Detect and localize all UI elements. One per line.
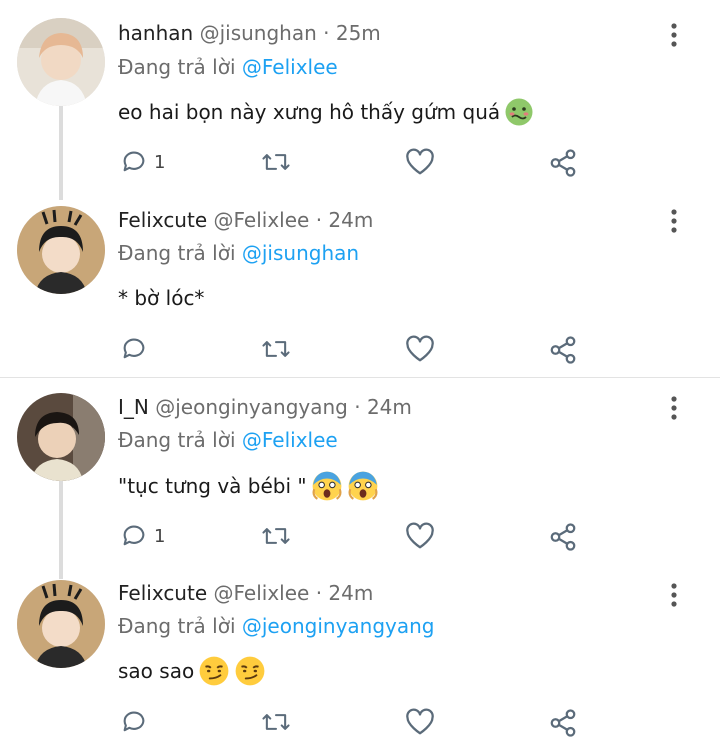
- separator-dot: ·: [315, 208, 323, 232]
- tweet-text-content: * bờ lóc*: [118, 286, 205, 310]
- tweet-text: * bờ lóc*: [118, 286, 204, 310]
- reply-count: 1: [154, 151, 166, 173]
- tweet-text-content: sao sao: [118, 659, 195, 683]
- share-icon: [550, 523, 576, 551]
- share-button[interactable]: [548, 335, 578, 365]
- separator-dot: ·: [315, 581, 323, 605]
- mention-link[interactable]: @jeonginyangyang: [242, 614, 435, 638]
- retweet-icon: [262, 154, 290, 170]
- reply-button[interactable]: [120, 708, 154, 736]
- replying-label: Đang trả lời: [118, 241, 236, 265]
- timestamp: 24m: [328, 208, 374, 232]
- retweet-button[interactable]: [260, 522, 292, 550]
- smirking-face-icon: [198, 655, 230, 687]
- reply-icon: [123, 711, 145, 732]
- separator-dot: ·: [323, 21, 330, 45]
- replying-to: Đang trả lời @Felixlee: [118, 55, 338, 79]
- screaming-face-icon: [347, 470, 379, 502]
- tweet-text-content: "tục tưng và bébi ": [118, 474, 307, 498]
- smirking-face-icon: [234, 655, 266, 687]
- replying-to: Đang trả lời @jeonginyangyang: [118, 614, 435, 638]
- tweet-header: Felixcute @Felixlee · 24m: [118, 581, 373, 605]
- heart-icon: [406, 148, 434, 175]
- share-icon: [550, 149, 576, 177]
- reply-icon: [123, 151, 145, 172]
- replying-label: Đang trả lời: [118, 428, 236, 452]
- display-name[interactable]: Felixcute: [118, 208, 207, 232]
- separator-dot: ·: [354, 395, 361, 419]
- thread-line: [59, 481, 63, 579]
- reply-icon: [123, 525, 145, 546]
- tweet-header: Felixcute @Felixlee · 24m: [118, 208, 373, 232]
- replying-to: Đang trả lời @jisunghan: [118, 241, 359, 265]
- retweet-button[interactable]: [260, 335, 292, 363]
- tweet-text: eo hai bọn này xưng hô thấy gứm quá: [118, 97, 534, 127]
- more-options-icon[interactable]: [668, 582, 680, 608]
- share-button[interactable]: [548, 708, 578, 738]
- tweet-text-content: eo hai bọn này xưng hô thấy gứm quá: [118, 100, 501, 124]
- share-button[interactable]: [548, 148, 578, 178]
- reply-count: 1: [154, 525, 166, 547]
- heart-icon: [406, 708, 434, 735]
- display-name[interactable]: hanhan: [118, 21, 193, 45]
- avatar[interactable]: [17, 580, 105, 668]
- share-button[interactable]: [548, 522, 578, 552]
- like-button[interactable]: [405, 148, 435, 176]
- thread-divider: [0, 377, 720, 378]
- avatar[interactable]: [17, 393, 105, 481]
- retweet-icon: [262, 714, 290, 730]
- timestamp: 24m: [328, 581, 374, 605]
- mention-link[interactable]: @Felixlee: [242, 55, 338, 79]
- screaming-face-icon: [311, 470, 343, 502]
- like-button[interactable]: [405, 522, 435, 550]
- avatar[interactable]: [17, 206, 105, 294]
- share-icon: [550, 709, 576, 737]
- tweet-text: sao sao: [118, 655, 266, 687]
- tweet-header: hanhan @jisunghan · 25m: [118, 21, 381, 45]
- nauseated-face-icon: [504, 97, 534, 127]
- timestamp: 24m: [366, 395, 412, 419]
- tweet-header: I_N @jeonginyangyang · 24m: [118, 395, 412, 419]
- avatar[interactable]: [17, 18, 105, 106]
- like-button[interactable]: [405, 708, 435, 736]
- display-name[interactable]: Felixcute: [118, 581, 207, 605]
- reply-button[interactable]: [120, 335, 154, 363]
- username[interactable]: @jeonginyangyang: [155, 395, 348, 419]
- retweet-button[interactable]: [260, 148, 292, 176]
- heart-icon: [406, 522, 434, 549]
- action-bar: 1: [120, 522, 590, 552]
- username[interactable]: @jisunghan: [200, 21, 317, 45]
- more-options-icon[interactable]: [668, 22, 680, 48]
- action-bar: [120, 335, 590, 365]
- retweet-button[interactable]: [260, 708, 292, 736]
- reply-button[interactable]: 1: [120, 148, 165, 176]
- thread-line: [59, 105, 63, 200]
- action-bar: 1: [120, 148, 590, 178]
- replying-label: Đang trả lời: [118, 614, 236, 638]
- retweet-icon: [262, 341, 290, 357]
- username[interactable]: @Felixlee: [214, 581, 310, 605]
- retweet-icon: [262, 528, 290, 544]
- replying-label: Đang trả lời: [118, 55, 236, 79]
- mention-link[interactable]: @jisunghan: [242, 241, 359, 265]
- reply-icon: [123, 338, 145, 359]
- username[interactable]: @Felixlee: [214, 208, 310, 232]
- tweet-text: "tục tưng và bébi ": [118, 470, 379, 502]
- timestamp: 25m: [335, 21, 381, 45]
- heart-icon: [406, 335, 434, 362]
- action-bar: [120, 708, 590, 738]
- share-icon: [550, 336, 576, 364]
- display-name[interactable]: I_N: [118, 395, 149, 419]
- more-options-icon[interactable]: [668, 208, 680, 234]
- mention-link[interactable]: @Felixlee: [242, 428, 338, 452]
- replying-to: Đang trả lời @Felixlee: [118, 428, 338, 452]
- like-button[interactable]: [405, 335, 435, 363]
- more-options-icon[interactable]: [668, 395, 680, 421]
- reply-button[interactable]: 1: [120, 522, 165, 550]
